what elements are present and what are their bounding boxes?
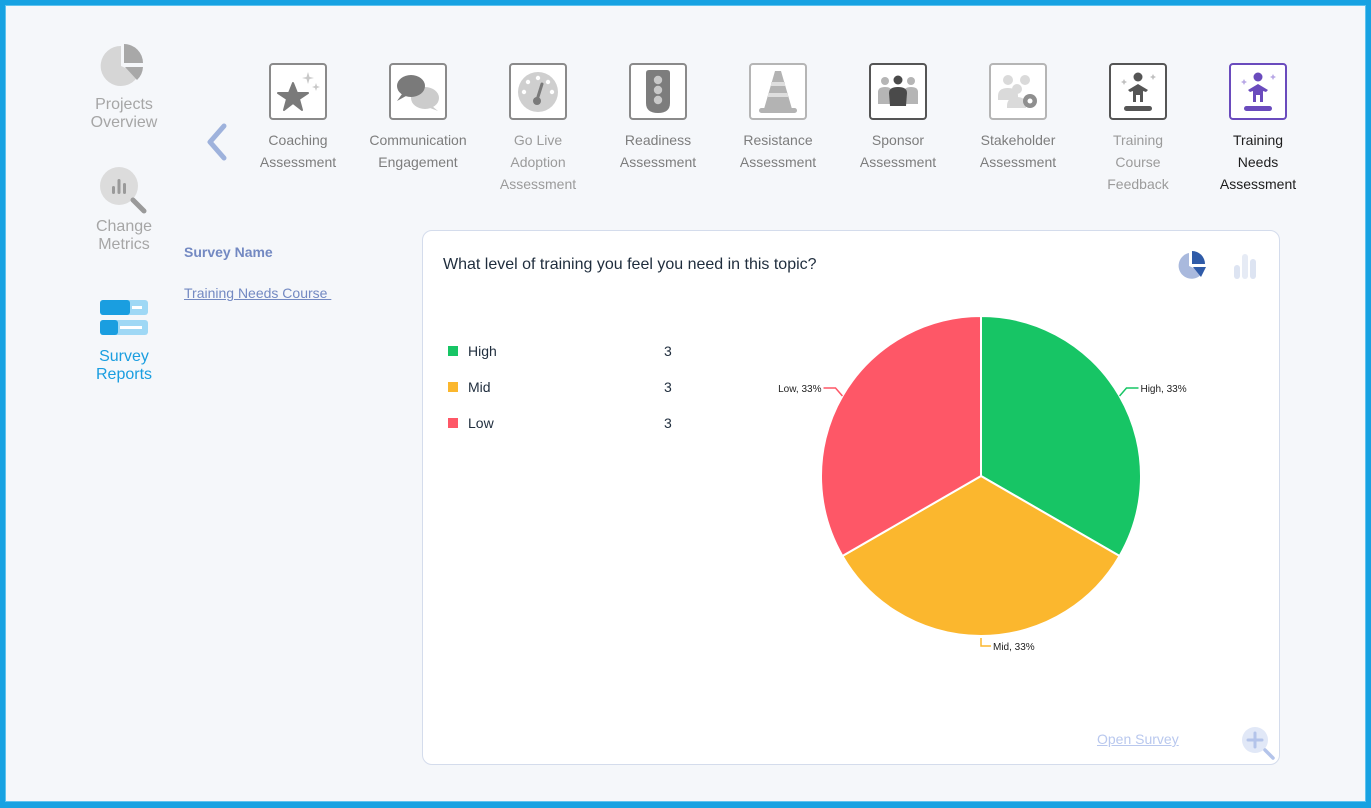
tile-sponsor-assessment[interactable]: Sponsor Assessment <box>838 63 958 173</box>
leader-line <box>823 387 844 397</box>
people-gear-icon <box>998 74 1037 108</box>
tile-communication-engagement[interactable]: Communication Engagement <box>358 63 478 173</box>
nav-label: Survey <box>99 348 149 365</box>
tile-label: Coaching Assessment <box>259 132 337 170</box>
open-survey-link[interactable]: Open Survey <box>1097 731 1179 747</box>
data-label: Mid, 33% <box>993 642 1035 653</box>
data-label: Low, 33% <box>778 384 821 395</box>
magnify-chart-icon <box>100 167 147 214</box>
tile-training-course-feedback[interactable]: Training Course Feedback <box>1078 63 1198 195</box>
tile-box <box>1229 63 1287 120</box>
tile-box <box>629 63 687 120</box>
tile-box <box>389 63 447 120</box>
traffic-cone-icon <box>759 70 797 113</box>
survey-reports-icon <box>100 300 148 335</box>
survey-question-card: What level of training you feel you need… <box>422 230 1280 765</box>
gauge-icon <box>518 71 558 112</box>
tile-box <box>269 63 327 120</box>
tile-label: Go Live Adoption Assessment <box>499 132 577 192</box>
tile-stakeholder-assessment[interactable]: Stakeholder Assessment <box>958 63 1078 173</box>
chat-bubbles-icon <box>397 74 439 111</box>
nav-projects-overview[interactable]: Projects Overview <box>78 42 170 132</box>
nav-label: Reports <box>95 366 153 383</box>
tile-box <box>749 63 807 120</box>
leader-line <box>980 638 991 647</box>
nav-label: Metrics <box>98 236 150 253</box>
tile-training-needs-assessment[interactable]: Training Needs Assessment <box>1198 63 1318 195</box>
zoom-in-icon[interactable] <box>1240 725 1276 761</box>
people-group-icon <box>878 75 918 106</box>
tile-label: Sponsor Assessment <box>859 132 937 170</box>
tile-label: Training Needs Assessment <box>1219 132 1297 192</box>
app-frame: Projects Overview Change Metrics Survey … <box>5 5 1366 802</box>
tile-box <box>869 63 927 120</box>
nav-survey-reports[interactable]: Survey Reports <box>78 298 170 384</box>
tile-label: Readiness Assessment <box>619 132 697 170</box>
leader-line <box>1118 387 1139 397</box>
star-sparkle-icon <box>277 71 320 111</box>
tile-box <box>1109 63 1167 120</box>
nav-label: Change <box>95 218 153 235</box>
pie-chart: High, 33% Mid, 33% Low, 33% <box>778 314 1187 653</box>
survey-name-link[interactable]: Training Needs Course <box>184 285 331 301</box>
survey-name-heading: Survey Name <box>184 244 273 260</box>
person-podium-icon <box>1241 72 1276 111</box>
tile-label: Communication Engagement <box>369 132 467 170</box>
tile-box <box>989 63 1047 120</box>
tile-coaching-assessment[interactable]: Coaching Assessment <box>238 63 358 173</box>
nav-label: Projects <box>95 96 153 113</box>
tile-go-live-adoption-assessment[interactable]: Go Live Adoption Assessment <box>478 63 598 195</box>
tile-readiness-assessment[interactable]: Readiness Assessment <box>598 63 718 173</box>
nav-label: Overview <box>90 114 158 131</box>
chevron-left-icon[interactable] <box>202 120 232 164</box>
traffic-light-icon <box>646 69 670 113</box>
tile-resistance-assessment[interactable]: Resistance Assessment <box>718 63 838 173</box>
pie-chart-icon <box>100 44 143 86</box>
tile-box <box>509 63 567 120</box>
tile-label: Stakeholder Assessment <box>979 132 1057 170</box>
data-label: High, 33% <box>1140 384 1186 395</box>
nav-change-metrics[interactable]: Change Metrics <box>78 164 170 254</box>
tile-label: Training Course Feedback <box>1107 132 1169 192</box>
tile-label: Resistance Assessment <box>739 132 817 170</box>
person-podium-icon <box>1121 72 1156 111</box>
